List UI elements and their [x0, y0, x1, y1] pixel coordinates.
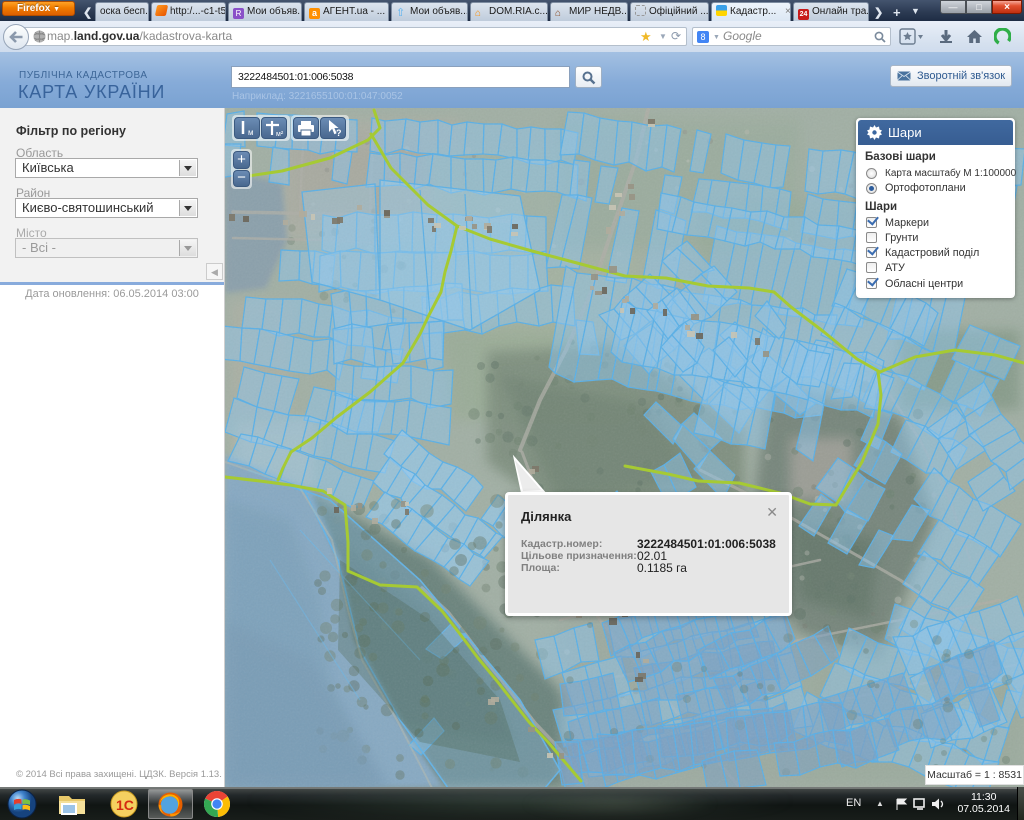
- svg-text:1С: 1С: [116, 797, 134, 813]
- svg-text:?: ?: [336, 128, 342, 138]
- svg-text:м²: м²: [276, 131, 284, 138]
- svg-text:м: м: [248, 128, 254, 137]
